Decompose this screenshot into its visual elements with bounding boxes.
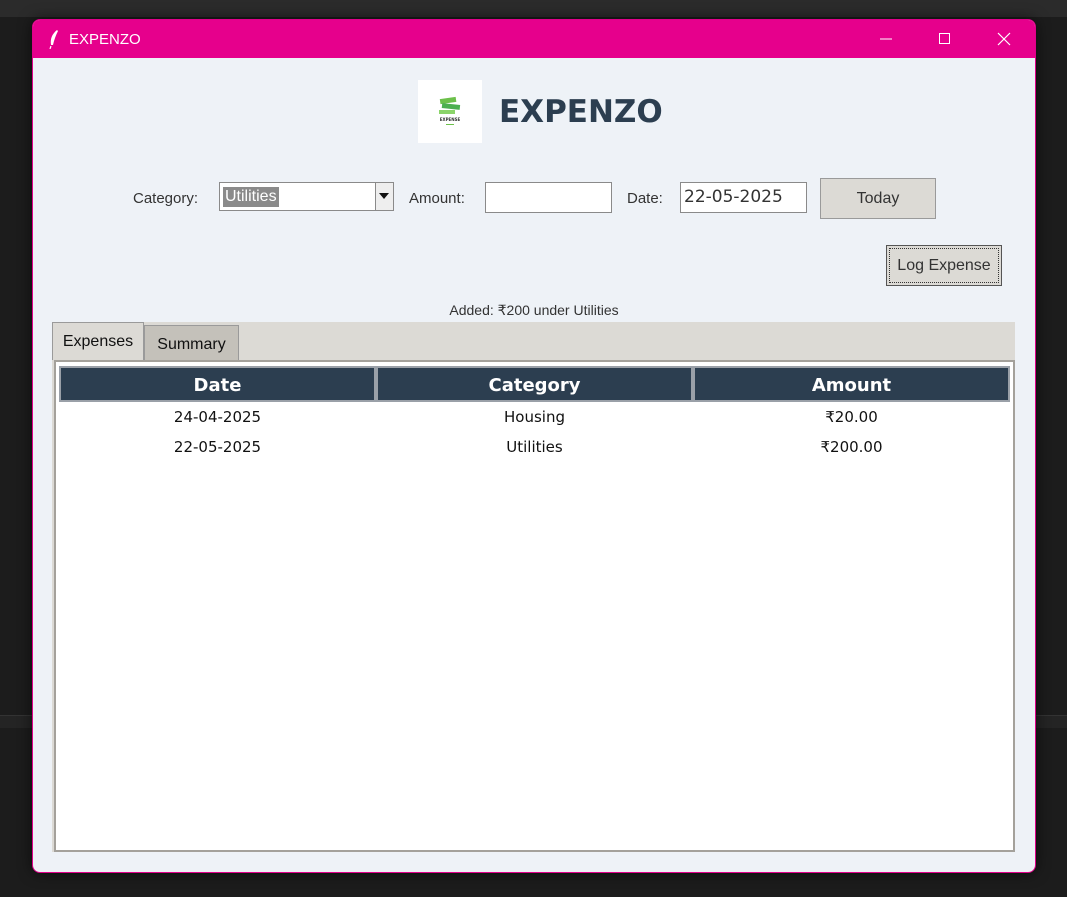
app-heading: EXPENZO (499, 94, 663, 130)
svg-text:EXPENSE: EXPENSE (440, 117, 461, 122)
desktop-top-strip (0, 0, 1067, 17)
minimize-icon (880, 38, 892, 40)
table-row[interactable]: 22-05-2025 Utilities ₹200.00 (56, 432, 1013, 462)
table-row[interactable]: 24-04-2025 Housing ₹20.00 (56, 402, 1013, 432)
close-button[interactable] (975, 20, 1033, 58)
title-bar[interactable]: EXPENZO (33, 20, 1035, 58)
cell-date: 22-05-2025 (173, 438, 262, 456)
maximize-icon (939, 33, 950, 44)
amount-label: Amount: (409, 190, 465, 207)
log-expense-button[interactable]: Log Expense (886, 245, 1002, 286)
category-dropdown-button[interactable] (375, 183, 393, 210)
app-logo: EXPENSE (418, 80, 482, 143)
maximize-button[interactable] (916, 20, 974, 58)
status-message: Added: ₹200 under Utilities (449, 302, 619, 318)
cell-category: Utilities (506, 438, 563, 456)
date-label: Date: (627, 190, 663, 207)
cell-amount: ₹200.00 (820, 438, 883, 456)
chevron-down-icon (379, 193, 389, 199)
feather-icon (49, 30, 58, 49)
window-title: EXPENZO (69, 31, 141, 48)
column-header-date[interactable]: Date (59, 366, 376, 402)
amount-input[interactable] (485, 182, 612, 213)
column-header-amount[interactable]: Amount (693, 366, 1010, 402)
minimize-button[interactable] (857, 20, 915, 58)
close-icon (997, 32, 1011, 46)
tab-summary[interactable]: Summary (144, 325, 239, 361)
column-header-category[interactable]: Category (376, 366, 693, 402)
category-combobox[interactable]: Utilities (219, 182, 394, 211)
date-input[interactable]: 22-05-2025 (680, 182, 807, 213)
category-label: Category: (133, 190, 199, 207)
cell-date: 24-04-2025 (173, 408, 262, 426)
tab-expenses[interactable]: Expenses (52, 322, 144, 360)
app-window: EXPENZO EXPENSE EXPENZO Category: Utilit… (32, 19, 1036, 873)
cell-category: Housing (504, 408, 565, 426)
money-logo-icon: EXPENSE (439, 96, 461, 125)
cell-amount: ₹20.00 (825, 408, 878, 426)
today-button[interactable]: Today (820, 178, 936, 219)
category-value: Utilities (223, 187, 279, 207)
expenses-table[interactable]: Date Category Amount 24-04-2025 Housing … (54, 360, 1015, 852)
